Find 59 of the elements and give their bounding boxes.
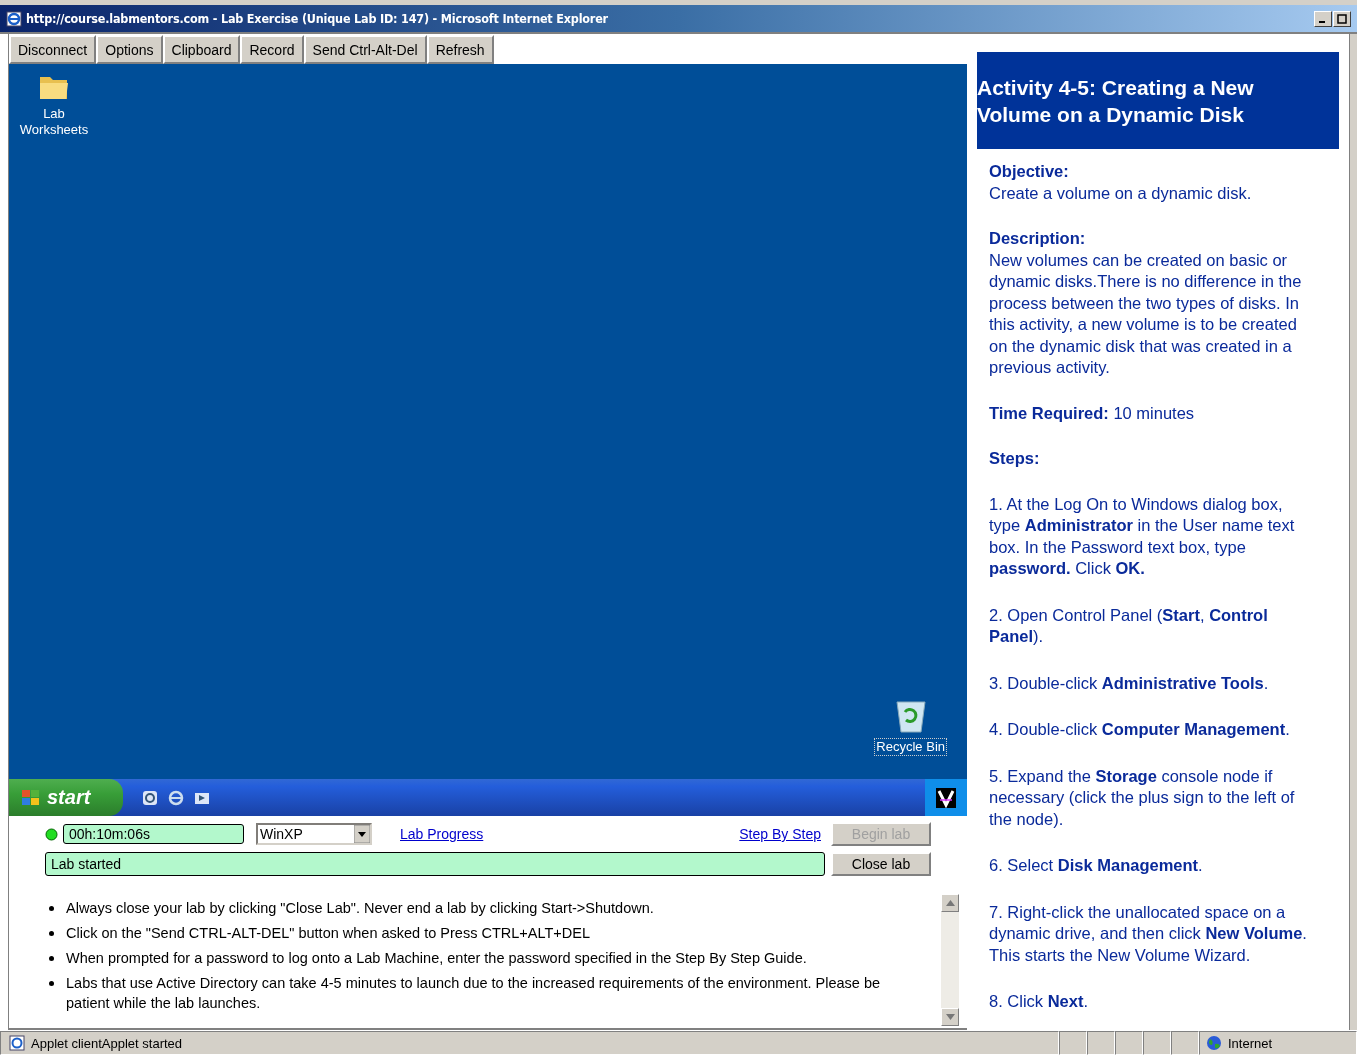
section-heading: Time Required: <box>989 403 1109 422</box>
minimize-button[interactable] <box>1314 10 1332 27</box>
browser-icon[interactable] <box>167 788 185 807</box>
section-heading: Description: <box>989 228 1087 249</box>
note-text: Labs that use Active Directory can take 4-5 minutes to launch due to the increased requirements of the environment. Please be patient while the lab launches. <box>66 974 882 1013</box>
step-text: 6. Select Disk Management. <box>989 855 1204 876</box>
globe-icon <box>1206 1035 1222 1051</box>
status-text: Applet clientApplet started <box>31 1035 183 1051</box>
desktop-icon-label[interactable]: Lab Worksheets <box>17 106 91 138</box>
step-text: 1. At the Log On to Windows dialog box, type Administrator in the User name text box. In the Password text box, type password. Click OK. <box>989 493 1296 579</box>
close-lab-button[interactable]: Close lab <box>831 852 931 876</box>
window-title: http://course.labmentors.com - Lab Exercise (Unique Lab ID: 147) - Microsoft Internet Explorer <box>26 11 608 26</box>
maximize-button[interactable] <box>1333 10 1351 27</box>
scroll-up-icon[interactable] <box>945 900 955 906</box>
timer-field: 00h:10m:06s <box>63 824 244 844</box>
bullet-icon <box>49 956 54 961</box>
toolbar-button[interactable]: Send Ctrl-Alt-Del <box>303 35 427 64</box>
windows-logo-icon <box>21 788 41 807</box>
section-heading: Steps: <box>989 448 1041 469</box>
step-text: 8. Click Next. <box>989 991 1090 1012</box>
section-text: New volumes can be created on basic or dynamic disks.There is no difference in the process between the two types of disks. In this activity, a new volume is to be created on the dynamic disk that was created in a previous activity. <box>989 249 1303 378</box>
step-text: 2. Open Control Panel (Start, Control Panel). <box>989 604 1269 647</box>
bullet-icon <box>49 981 54 986</box>
note-text: Click on the "Send CTRL-ALT-DEL" button when asked to Press CTRL+ALT+DEL <box>66 924 590 943</box>
dropdown-arrow-icon <box>354 825 370 843</box>
zone-text: Internet <box>1228 1035 1273 1051</box>
toolbar-button[interactable]: Clipboard <box>162 35 241 64</box>
lab-status-field: Lab started <box>45 852 825 876</box>
page-icon <box>9 1035 25 1051</box>
step-text: 7. Right-click the unallocated space on a dynamic drive, and then click New Volume. This starts the New Volume Wizard. <box>989 901 1308 966</box>
tray-icon[interactable] <box>925 779 967 816</box>
scroll-down-icon[interactable] <box>945 1014 955 1020</box>
note-text: Always close your lab by clicking "Close Lab". Never end a lab by clicking Start->Shutdown. <box>66 899 654 918</box>
step-text: 3. Double-click Administrative Tools. <box>989 672 1270 694</box>
toolbar-button[interactable]: Options <box>96 35 163 64</box>
machine-dropdown[interactable]: WinXP <box>256 823 372 845</box>
step-text: 5. Expand the Storage console node if necessary (click the plus sign to the left of the node). <box>989 765 1296 830</box>
browser-icon <box>6 10 22 27</box>
step-by-step-link[interactable]: Step By Step <box>739 826 821 842</box>
desktop-icon-label[interactable]: Recycle Bin <box>874 738 947 756</box>
start-button[interactable]: start <box>9 779 123 816</box>
toolbar-button[interactable]: Record <box>240 35 304 64</box>
section-text: Create a volume on a dynamic disk. <box>989 182 1253 204</box>
scrollbar[interactable] <box>1349 34 1357 1030</box>
activity-title: Activity 4-5: Creating a New Volume on a Dynamic Disk <box>977 74 1255 128</box>
scrollbar[interactable] <box>941 894 959 1026</box>
step-text: 4. Double-click Computer Management. <box>989 719 1291 740</box>
minimize-icon <box>1318 20 1325 23</box>
toolbar-button[interactable]: Disconnect <box>9 35 97 64</box>
lab-progress-link[interactable]: Lab Progress <box>400 826 484 842</box>
section-text: 10 minutes <box>1113 403 1195 422</box>
quick-launch-icon[interactable] <box>141 788 159 807</box>
bullet-icon <box>49 931 54 936</box>
note-text: When prompted for a password to log onto a Lab Machine, enter the password specified in the Step By Step Guide. <box>66 949 807 968</box>
section-heading: Objective: <box>989 161 1070 182</box>
bullet-icon <box>49 906 54 911</box>
maximize-icon <box>1337 13 1347 24</box>
toolbar-button[interactable]: Refresh <box>426 35 494 64</box>
status-dot-icon <box>45 827 58 841</box>
